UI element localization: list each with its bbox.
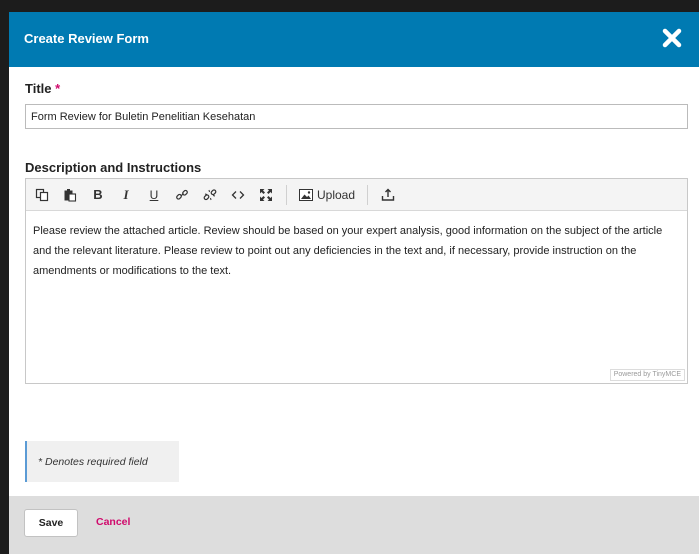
fullscreen-icon bbox=[259, 188, 273, 202]
close-button[interactable] bbox=[657, 25, 687, 55]
italic-icon: I bbox=[123, 186, 129, 202]
italic-button[interactable]: I bbox=[114, 181, 138, 209]
modal-header: Create Review Form bbox=[9, 12, 699, 67]
upload-label: Upload bbox=[317, 187, 356, 202]
paste-icon bbox=[63, 188, 77, 202]
source-code-button[interactable] bbox=[226, 181, 250, 209]
paste-button[interactable] bbox=[58, 181, 82, 209]
required-field-note: * Denotes required field bbox=[25, 441, 179, 482]
download-icon bbox=[381, 188, 395, 202]
create-review-form-modal: Create Review Form Title * Description a… bbox=[9, 12, 699, 554]
image-icon bbox=[299, 188, 313, 201]
cancel-link[interactable]: Cancel bbox=[96, 516, 130, 528]
link-button[interactable] bbox=[170, 181, 194, 209]
link-icon bbox=[175, 188, 189, 202]
rich-text-editor: B I U Upload Please review the attached … bbox=[25, 178, 688, 384]
editor-content[interactable]: Please review the attached article. Revi… bbox=[26, 211, 687, 281]
close-icon bbox=[662, 28, 682, 53]
unlink-button[interactable] bbox=[198, 181, 222, 209]
title-input[interactable] bbox=[25, 104, 688, 129]
toolbar-divider bbox=[367, 184, 369, 205]
code-icon bbox=[231, 188, 245, 202]
bold-button[interactable]: B bbox=[86, 181, 110, 209]
upload-button[interactable]: Upload bbox=[295, 181, 359, 209]
save-button[interactable]: Save bbox=[24, 509, 78, 537]
underline-icon: U bbox=[149, 187, 159, 202]
underline-button[interactable]: U bbox=[142, 181, 166, 209]
modal-footer: Save Cancel bbox=[9, 496, 699, 554]
description-label: Description and Instructions bbox=[25, 160, 202, 175]
title-label: Title * bbox=[25, 81, 61, 96]
copy-icon bbox=[35, 188, 49, 202]
unlink-icon bbox=[203, 188, 217, 202]
fullscreen-button[interactable] bbox=[254, 181, 278, 209]
editor-toolbar: B I U Upload bbox=[26, 179, 687, 211]
powered-by-tinymce[interactable]: Powered by TinyMCE bbox=[609, 369, 685, 381]
copy-button[interactable] bbox=[30, 181, 54, 209]
bold-icon: B bbox=[93, 187, 103, 202]
toolbar-divider bbox=[286, 184, 287, 205]
required-marker: * bbox=[55, 81, 61, 96]
download-button[interactable] bbox=[376, 181, 400, 209]
modal-title: Create Review Form bbox=[24, 31, 149, 46]
